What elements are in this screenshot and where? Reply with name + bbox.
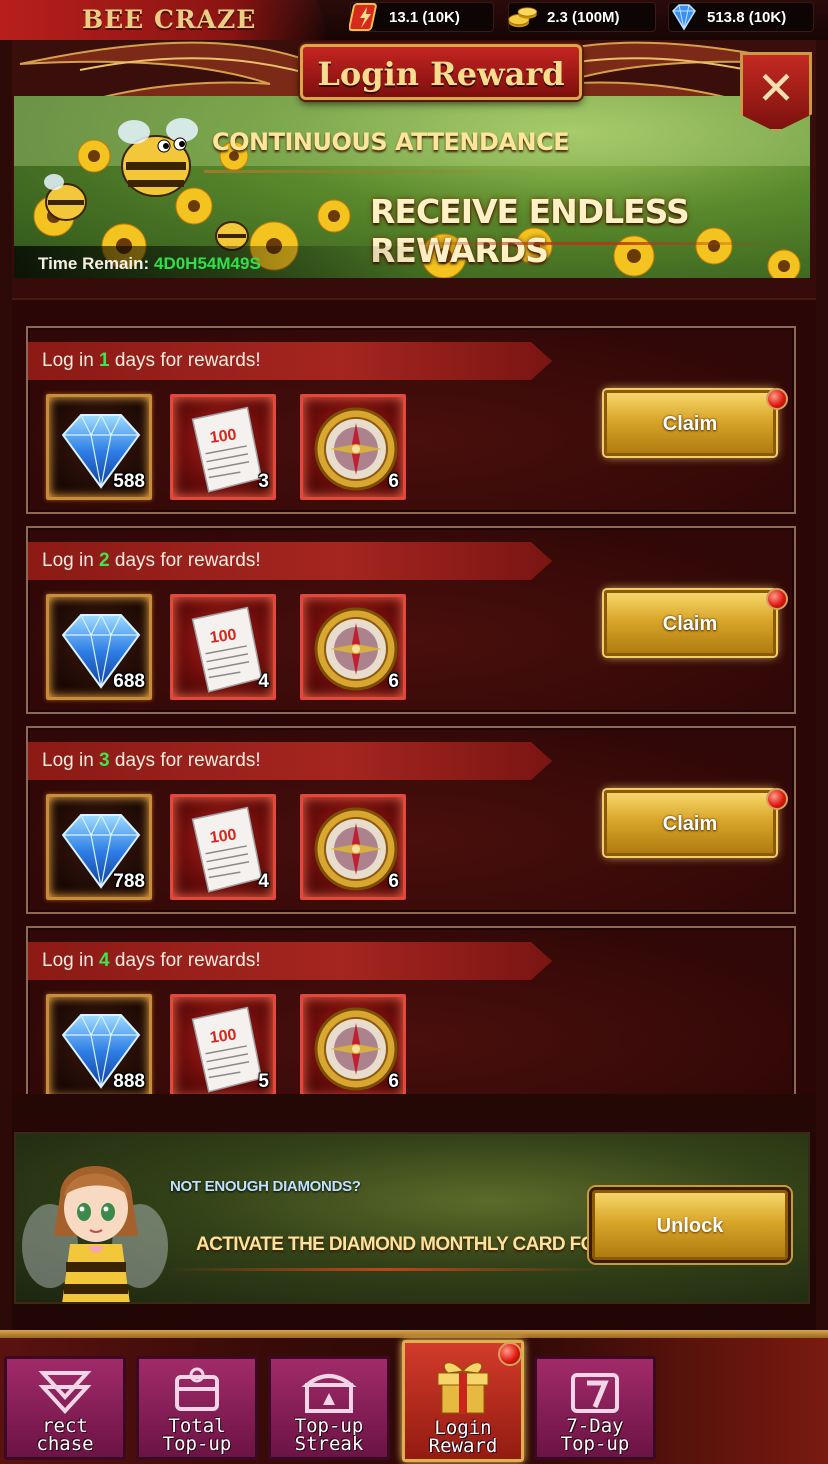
promo-rule	[166, 1268, 606, 1271]
ticket-reward-slot[interactable]: 3	[170, 394, 276, 500]
tab-7-day-topup[interactable]: 7-Day Top-up	[534, 1356, 656, 1460]
total-topup-icon	[175, 1367, 219, 1411]
monthly-card-promo: NOT ENOUGH DIAMONDS? ACTIVATE THE DIAMON…	[14, 1132, 810, 1304]
ticket-reward-slot[interactable]: 4	[170, 794, 276, 900]
claim-button[interactable]: Claim	[604, 390, 776, 456]
notification-dot	[766, 388, 788, 410]
item-quantity: 888	[113, 1071, 145, 1092]
time-remain-value: 4D0H54M49S	[154, 254, 261, 273]
compass-reward-slot[interactable]: 6	[300, 994, 406, 1094]
claim-button-label: Claim	[662, 413, 718, 435]
tab-direct-purchase[interactable]: rect chase	[4, 1356, 126, 1460]
reward-day-4: Log in 4 days for rewards! 888 5 6	[26, 926, 796, 1094]
tab-label: Login Reward	[428, 1417, 498, 1457]
ticket-reward-slot[interactable]: 5	[170, 994, 276, 1094]
item-quantity: 4	[258, 671, 269, 692]
reward-header: Log in 1 days for rewards!	[28, 342, 552, 380]
reward-title: Log in 4 days for rewards!	[42, 950, 261, 971]
game-title: BEE CRAZE	[82, 5, 257, 34]
energy-resource[interactable]: 13.1 (10K)	[349, 2, 494, 32]
reward-day-2: Log in 2 days for rewards! 688 4 6 Claim	[26, 526, 796, 714]
diamond-icon	[672, 4, 696, 31]
time-remain-label: Time Remain:	[38, 254, 150, 273]
promo-message: ACTIVATE THE DIAMOND MONTHLY CARD FOR SU	[196, 1234, 596, 1255]
notification-dot	[498, 1342, 522, 1366]
item-quantity: 6	[388, 871, 399, 892]
chest-icon	[301, 1374, 357, 1413]
item-quantity: 6	[388, 471, 399, 492]
unlock-button-label: Unlock	[656, 1215, 724, 1237]
claim-button-label: Claim	[662, 813, 718, 835]
claim-button[interactable]: Claim	[604, 790, 776, 856]
notification-dot	[766, 788, 788, 810]
energy-value: 13.1 (10K)	[389, 9, 460, 26]
reward-header: Log in 2 days for rewards!	[28, 542, 552, 580]
diamond-value: 513.8 (10K)	[707, 9, 787, 26]
claim-button-label: Claim	[662, 613, 718, 635]
seven-day-icon	[571, 1373, 619, 1413]
banner-subheadline: RECEIVE ENDLESS REWARDS	[370, 192, 690, 270]
reward-title: Log in 3 days for rewards!	[42, 750, 261, 771]
reward-title: Log in 2 days for rewards!	[42, 550, 261, 571]
attendance-banner: CONTINUOUS ATTENDANCE RECEIVE ENDLESS RE…	[14, 96, 810, 278]
banner-headline: CONTINUOUS ATTENDANCE	[212, 128, 570, 156]
tab-label: Total Top-up	[162, 1415, 232, 1455]
compass-reward-slot[interactable]: 6	[300, 594, 406, 700]
energy-icon	[349, 3, 377, 31]
close-icon: ✕	[756, 62, 796, 114]
tab-label: Top-up Streak	[294, 1415, 364, 1455]
diamond-reward-slot[interactable]: 888	[46, 994, 152, 1094]
gold-resource[interactable]: 2.3 (100M)	[508, 2, 656, 32]
tab-total-topup[interactable]: Total Top-up	[136, 1356, 258, 1460]
reward-header: Log in 3 days for rewards!	[28, 742, 552, 780]
promo-question: NOT ENOUGH DIAMONDS?	[170, 1178, 361, 1195]
diamond-reward-slot[interactable]: 588	[46, 394, 152, 500]
diamond-reward-slot[interactable]: 788	[46, 794, 152, 900]
item-quantity: 6	[388, 671, 399, 692]
unlock-button[interactable]: Unlock	[592, 1190, 788, 1260]
headline-rule	[204, 170, 544, 173]
item-quantity: 788	[113, 871, 145, 892]
reward-header: Log in 4 days for rewards!	[28, 942, 552, 980]
reward-day-3: Log in 3 days for rewards! 788 4 6 Claim	[26, 726, 796, 914]
diamond-reward-slot[interactable]: 688	[46, 594, 152, 700]
gift-box-icon	[437, 1362, 489, 1414]
item-quantity: 3	[258, 471, 269, 492]
dialog-title-plate: Login Reward	[300, 44, 582, 100]
notification-dot	[766, 588, 788, 610]
diamond-resource[interactable]: 513.8 (10K)	[668, 2, 814, 32]
tab-label: rect chase	[36, 1415, 94, 1455]
tab-label: 7-Day Top-up	[560, 1415, 630, 1455]
dialog-title: Login Reward	[317, 55, 565, 93]
subheadline-rule	[394, 242, 784, 245]
item-quantity: 588	[113, 471, 145, 492]
item-quantity: 5	[258, 1071, 269, 1092]
item-quantity: 4	[258, 871, 269, 892]
gold-value: 2.3 (100M)	[547, 9, 620, 26]
item-quantity: 688	[113, 671, 145, 692]
reward-list[interactable]: 100 Log in 1 days for rewards! 588	[12, 298, 816, 1094]
direct-purchase-icon	[38, 1371, 92, 1414]
reward-title: Log in 1 days for rewards!	[42, 350, 261, 371]
gold-coins-icon	[508, 7, 538, 28]
item-quantity: 6	[388, 1071, 399, 1092]
compass-reward-slot[interactable]: 6	[300, 794, 406, 900]
claim-button[interactable]: Claim	[604, 590, 776, 656]
reward-day-1: Log in 1 days for rewards! 588 3 6 Claim	[26, 326, 796, 514]
tab-topup-streak[interactable]: Top-up Streak	[268, 1356, 390, 1460]
compass-reward-slot[interactable]: 6	[300, 394, 406, 500]
fairy-mascot	[22, 1166, 168, 1302]
ticket-reward-slot[interactable]: 4	[170, 594, 276, 700]
